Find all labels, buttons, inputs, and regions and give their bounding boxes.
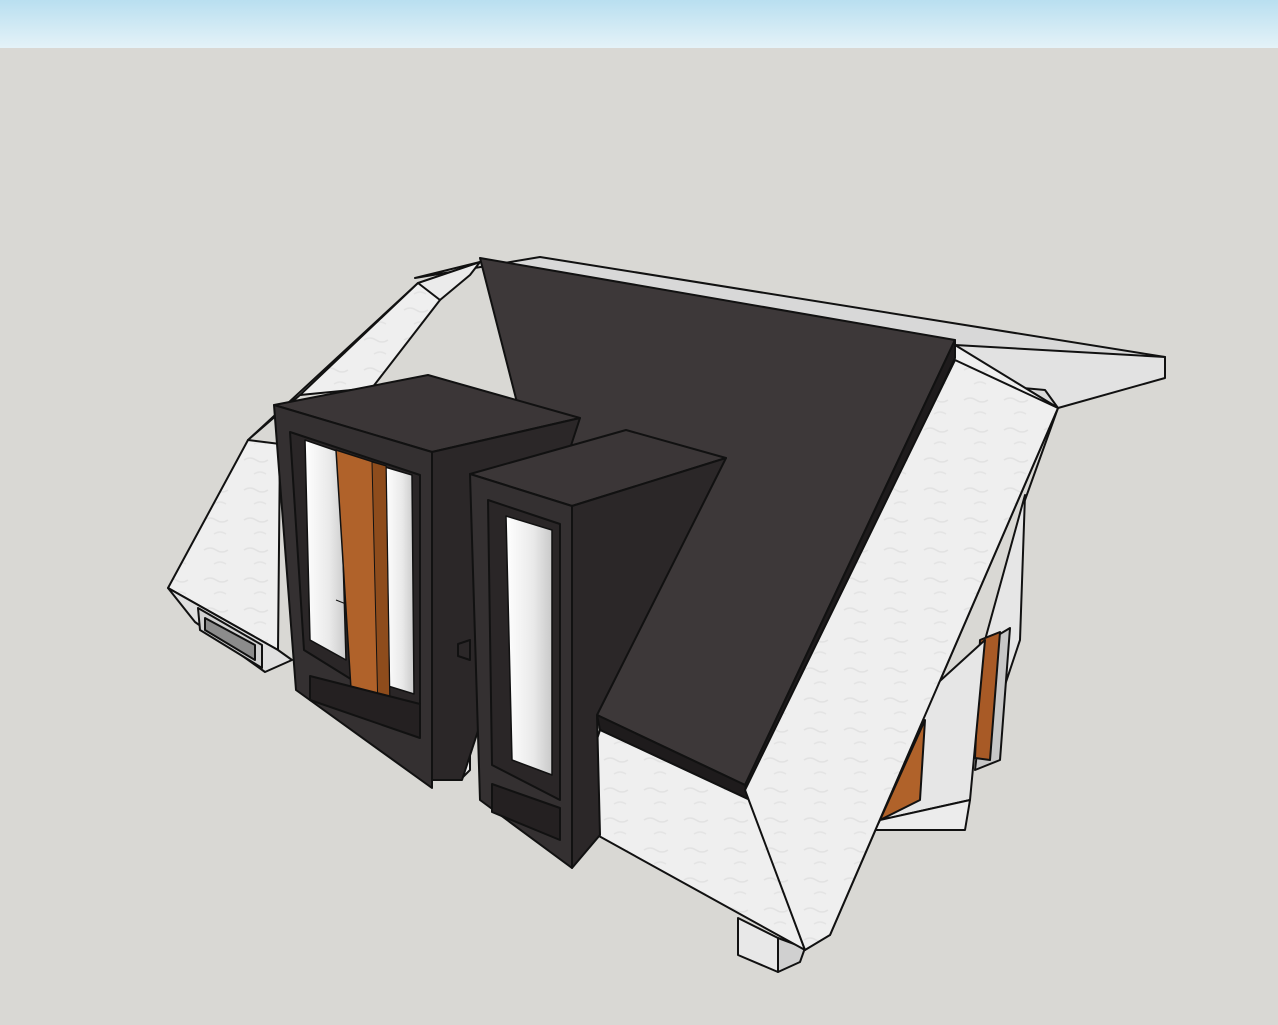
3d-viewport[interactable] xyxy=(0,0,1278,1025)
left-lower-roof xyxy=(167,439,293,673)
dormer-connector xyxy=(457,639,471,661)
house-model[interactable] xyxy=(0,0,1278,1025)
